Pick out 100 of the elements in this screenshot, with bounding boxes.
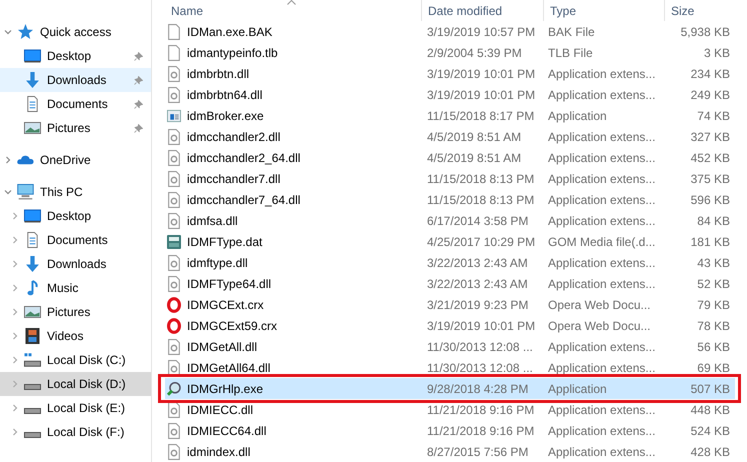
column-header[interactable]: Name bbox=[165, 0, 422, 21]
chevron-icon[interactable] bbox=[10, 259, 20, 269]
pin-icon[interactable] bbox=[134, 76, 143, 84]
type-cell-text: Opera Web Docu... bbox=[547, 318, 652, 332]
file-row[interactable]: idmcchandler2_64.dll 4/5/2019 8:51 AM Application extens... 452 KB bbox=[165, 147, 735, 168]
type-cell-text: Application extens... bbox=[547, 172, 656, 186]
file-row[interactable]: IDMGrHlp.exe 9/28/2018 4:28 PM Application 507 KB bbox=[165, 378, 735, 399]
file-name: IDMan.exe.BAK bbox=[187, 24, 272, 38]
chevron-icon[interactable] bbox=[10, 235, 20, 245]
size-cell-text: 78 KB bbox=[696, 318, 730, 332]
file-name: IDMGCExt59.crx bbox=[187, 318, 278, 332]
nav-item[interactable]: Local Disk (F:) bbox=[0, 420, 151, 444]
pin-icon[interactable] bbox=[134, 52, 143, 60]
chevron-icon[interactable] bbox=[10, 379, 20, 389]
file-row[interactable]: IDMIECC.dll 11/21/2018 9:16 PM Application extens... 448 KB bbox=[165, 399, 735, 420]
file-row[interactable]: IDMGCExt59.crx 3/19/2019 10:01 PM Opera Web Docu... 78 KB bbox=[165, 315, 735, 336]
size-cell-text: 507 KB bbox=[690, 382, 730, 396]
file-row[interactable]: idmindex.dll 8/27/2015 7:56 PM Application extens... 428 KB bbox=[165, 441, 735, 462]
nav-item[interactable]: Downloads bbox=[0, 68, 151, 92]
date-cell-text: 2/9/2004 5:39 PM bbox=[426, 46, 523, 60]
nav-label[interactable]: This PC bbox=[40, 185, 151, 199]
file-row[interactable]: idmBroker.exe 11/15/2018 8:17 PM Application 74 KB bbox=[165, 105, 735, 126]
file-row[interactable]: IDMGCExt.crx 3/21/2019 9:23 PM Opera Web Docu... 79 KB bbox=[165, 294, 735, 315]
file-row[interactable]: idmbrbtn64.dll 3/19/2019 10:01 PM Application extens... 249 KB bbox=[165, 84, 735, 105]
chevron-icon[interactable] bbox=[10, 307, 20, 317]
gear-file-icon bbox=[167, 422, 181, 438]
ring-logo-icon bbox=[167, 318, 181, 334]
file-row[interactable]: idmcchandler2.dll 4/5/2019 8:51 AM Application extens... 327 KB bbox=[165, 126, 735, 147]
file-name: IDMGetAll.dll bbox=[187, 340, 258, 354]
file-row[interactable]: IDMIECC64.dll 11/21/2018 9:16 PM Application extens... 524 KB bbox=[165, 420, 735, 441]
file-row[interactable]: IDMan.exe.BAK 3/19/2019 10:57 PM BAK File 5,938 KB bbox=[165, 21, 735, 42]
gear-file-icon bbox=[167, 254, 181, 270]
file-row[interactable]: IDMGetAll.dll 11/30/2013 12:08 ... Application extens... 56 KB bbox=[165, 336, 735, 357]
type-cell-text: Application extens... bbox=[547, 214, 656, 228]
file-name: idmindex.dll bbox=[187, 444, 250, 458]
nav-item[interactable]: Local Disk (E:) bbox=[0, 396, 151, 420]
magnifier-icon bbox=[167, 380, 181, 396]
size-cell-text: 5,938 KB bbox=[680, 24, 730, 38]
nav-label[interactable]: Quick access bbox=[40, 25, 151, 39]
chevron-icon[interactable] bbox=[3, 155, 13, 165]
nav-label[interactable]: OneDrive bbox=[40, 153, 151, 167]
column-header[interactable]: Type bbox=[544, 0, 665, 21]
chevron-icon[interactable] bbox=[3, 187, 13, 197]
ring-logo-icon bbox=[167, 296, 181, 312]
nav-item[interactable]: Desktop bbox=[0, 204, 151, 228]
size-cell-text: 3 KB bbox=[702, 46, 730, 60]
file-name: idmbrbtn64.dll bbox=[187, 88, 262, 102]
chevron-icon[interactable] bbox=[3, 27, 13, 37]
file-name: idmBroker.exe bbox=[187, 108, 264, 122]
type-cell-text: TLB File bbox=[547, 46, 594, 60]
chevron-icon[interactable] bbox=[10, 403, 20, 413]
date-cell-text: 11/15/2018 8:13 PM bbox=[426, 172, 536, 186]
chevron-icon[interactable] bbox=[10, 355, 20, 365]
nav-item[interactable]: Documents bbox=[0, 92, 151, 116]
date-cell-text: 11/21/2018 9:16 PM bbox=[426, 424, 536, 438]
column-header[interactable]: Size bbox=[665, 0, 733, 21]
date-cell-text: 3/19/2019 10:57 PM bbox=[426, 24, 536, 38]
size-cell-text: 56 KB bbox=[696, 340, 730, 354]
file-row[interactable]: idmcchandler7.dll 11/15/2018 8:13 PM Application extens... 375 KB bbox=[165, 168, 735, 189]
chevron-icon[interactable] bbox=[10, 427, 20, 437]
file-row[interactable]: idmantypeinfo.tlb 2/9/2004 5:39 PM TLB File 3 KB bbox=[165, 42, 735, 63]
nav-item[interactable]: Local Disk (D:) bbox=[0, 372, 151, 396]
chevron-icon[interactable] bbox=[10, 283, 20, 293]
dat-file-icon bbox=[167, 234, 181, 250]
file-name: idmcchandler2_64.dll bbox=[187, 150, 300, 164]
file-row[interactable]: idmcchandler7_64.dll 11/15/2018 8:13 PM Application extens... 596 KB bbox=[165, 189, 735, 210]
pin-icon[interactable] bbox=[134, 124, 143, 132]
picture-icon bbox=[24, 120, 41, 136]
column-header[interactable]: Date modified bbox=[422, 0, 544, 21]
nav-item[interactable]: Pictures bbox=[0, 300, 151, 324]
gear-file-icon bbox=[167, 128, 181, 144]
file-row[interactable]: IDMFType.dat 4/25/2017 10:29 PM GOM Media file(.d... 181 KB bbox=[165, 231, 735, 252]
nav-item[interactable]: Documents bbox=[0, 228, 151, 252]
pin-icon[interactable] bbox=[134, 100, 143, 108]
drive-icon bbox=[24, 408, 41, 414]
file-name: IDMIECC.dll bbox=[187, 402, 254, 416]
type-cell-text: Application extens... bbox=[547, 66, 656, 80]
file-row[interactable]: idmfsa.dll 6/17/2014 3:58 PM Application extens... 84 KB bbox=[165, 210, 735, 231]
gear-file-icon bbox=[167, 170, 181, 186]
gear-file-icon bbox=[167, 86, 181, 102]
file-row[interactable]: IDMFType64.dll 3/22/2013 2:43 AM Application extens... 52 KB bbox=[165, 273, 735, 294]
nav-item[interactable]: Music bbox=[0, 276, 151, 300]
chevron-icon[interactable] bbox=[10, 331, 20, 341]
nav-item[interactable]: Videos bbox=[0, 324, 151, 348]
download-arrow-icon bbox=[24, 72, 41, 88]
size-cell-text: 69 KB bbox=[696, 360, 730, 374]
nav-item[interactable]: Local Disk (C:) bbox=[0, 348, 151, 372]
file-row[interactable]: idmftype.dll 3/22/2013 2:43 AM Application extens... 43 KB bbox=[165, 252, 735, 273]
drive-icon bbox=[24, 384, 41, 390]
file-name: idmcchandler2.dll bbox=[187, 130, 280, 144]
desktop-icon bbox=[24, 48, 41, 64]
date-cell-text: 4/5/2019 8:51 AM bbox=[426, 150, 522, 164]
nav-item[interactable]: Pictures bbox=[0, 116, 151, 140]
file-row[interactable]: idmbrbtn.dll 3/19/2019 10:01 PM Application extens... 234 KB bbox=[165, 63, 735, 84]
chevron-icon[interactable] bbox=[10, 211, 20, 221]
nav-item[interactable]: Desktop bbox=[0, 44, 151, 68]
desktop-icon bbox=[24, 208, 41, 224]
file-row[interactable]: IDMGetAll64.dll 11/30/2013 12:08 ... Application extens... 69 KB bbox=[165, 357, 735, 378]
gear-file-icon bbox=[167, 402, 181, 418]
nav-item[interactable]: Downloads bbox=[0, 252, 151, 276]
